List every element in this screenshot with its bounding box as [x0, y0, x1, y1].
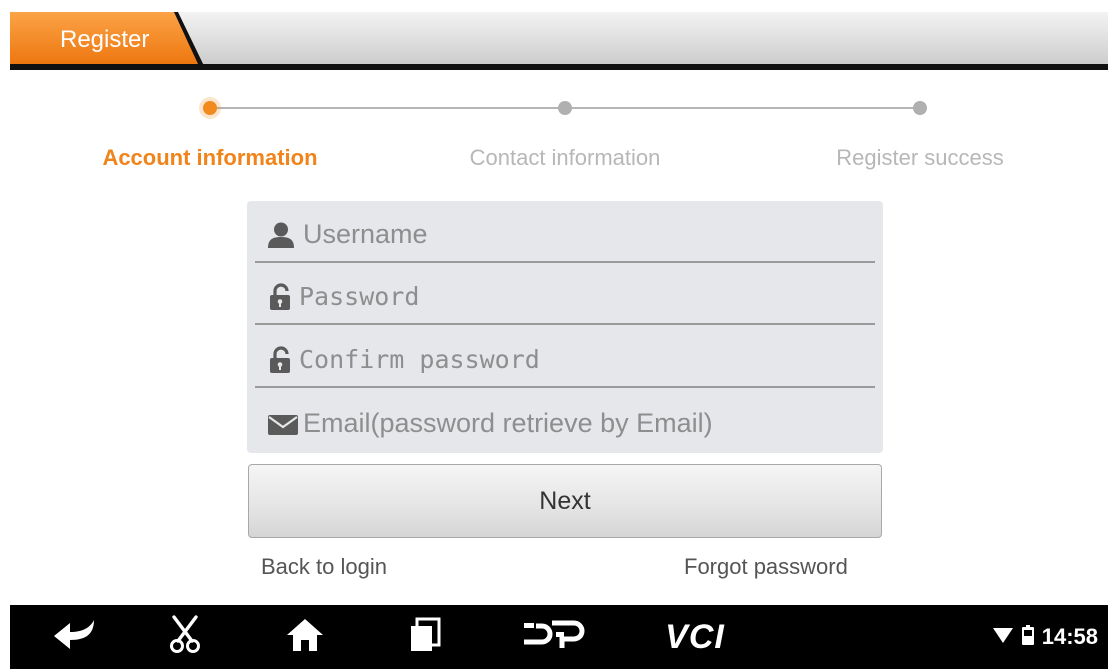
tab-register[interactable]: Register	[10, 12, 208, 70]
stepper-dot-contact	[558, 101, 572, 115]
confirm-password-field[interactable]: Confirm password	[255, 328, 875, 388]
vci-icon: VCI	[665, 617, 725, 656]
username-field[interactable]: Username	[255, 203, 875, 263]
home-button[interactable]	[275, 605, 335, 669]
recent-apps-button[interactable]	[400, 605, 450, 669]
lock-icon	[267, 283, 295, 311]
password-field[interactable]: Password	[255, 265, 875, 325]
system-navbar: VCI 14:58	[10, 605, 1108, 669]
next-button[interactable]: Next	[248, 464, 882, 538]
email-field[interactable]: Email(password retrieve by Email)	[255, 392, 875, 452]
back-to-login-link[interactable]: Back to login	[261, 554, 387, 580]
user-icon	[267, 221, 295, 249]
confirm-password-placeholder: Confirm password	[299, 345, 540, 374]
step-label-account: Account information	[102, 145, 318, 170]
step-label-success: Register success	[836, 145, 1004, 170]
vci-button[interactable]: VCI	[650, 605, 740, 669]
header: Register	[0, 0, 1108, 70]
wifi-icon	[992, 626, 1014, 649]
back-button[interactable]	[45, 605, 105, 669]
stepper-connector-2	[571, 107, 919, 109]
tab-register-label: Register	[60, 26, 150, 53]
back-icon	[52, 618, 98, 657]
scissors-icon	[168, 614, 202, 660]
registration-form: Username Password Confirm password Email…	[247, 201, 883, 453]
recent-apps-icon	[408, 617, 442, 658]
screenshot-button[interactable]	[160, 605, 210, 669]
stepper-dot-account	[203, 101, 217, 115]
stepper-connector-1	[216, 107, 564, 109]
dp-icon	[522, 620, 588, 655]
username-placeholder: Username	[303, 219, 428, 249]
email-placeholder: Email(password retrieve by Email)	[303, 408, 713, 438]
status-area: 14:58	[992, 605, 1098, 669]
lock-icon	[267, 346, 295, 374]
envelope-icon	[267, 410, 298, 438]
status-time: 14:58	[1041, 624, 1098, 649]
stepper-dot-success	[913, 101, 927, 115]
register-content: Account information Contact information …	[10, 70, 1108, 605]
dp-button[interactable]	[515, 605, 595, 669]
battery-icon	[1021, 624, 1034, 650]
step-label-contact: Contact information	[469, 145, 661, 170]
forgot-password-link[interactable]: Forgot password	[684, 554, 848, 580]
home-icon	[285, 617, 325, 658]
password-placeholder: Password	[299, 282, 420, 311]
